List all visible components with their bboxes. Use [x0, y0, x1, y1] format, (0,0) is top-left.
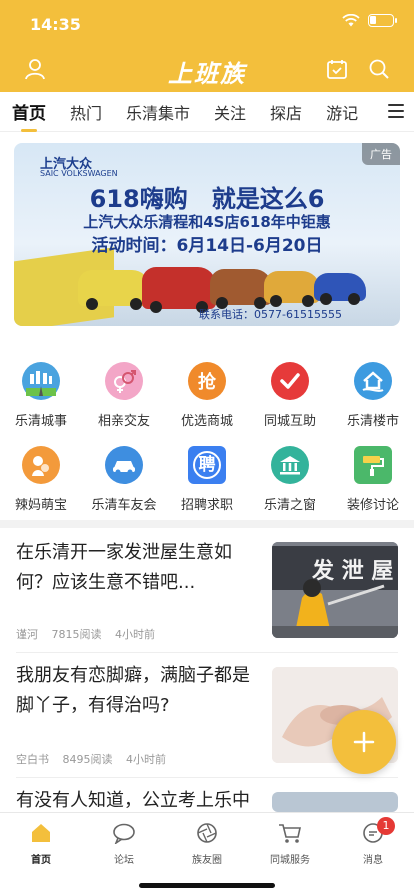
feed-item[interactable]: 有没有人知道，公立考上乐中 [0, 778, 414, 812]
shortcut-mall[interactable]: 抢 优选商城 [166, 362, 248, 429]
paint-roller-icon [354, 446, 392, 484]
nav-city-service[interactable]: 同城服务 [249, 821, 331, 866]
shortcut-mutual-help[interactable]: 同城互助 [249, 362, 331, 429]
feed-thumbnail [272, 792, 398, 812]
recruit-icon: 聘 [188, 446, 226, 484]
shortcut-label: 相亲交友 [97, 414, 150, 429]
app-bar: 上班族 [0, 48, 414, 92]
feed-title: 在乐清开一家发泄屋生意如何？应该生意不错吧... [16, 542, 232, 593]
shortcut-city-news[interactable]: 乐清城事 [0, 362, 82, 429]
shortcut-window[interactable]: 乐清之窗 [249, 446, 331, 513]
calendar-checkin-icon[interactable] [324, 56, 350, 82]
feed-author: 空白书 [16, 753, 49, 766]
city-road-icon [22, 362, 60, 400]
shortcut-property[interactable]: 乐清楼市 [332, 362, 414, 429]
nav-label: 族友圈 [192, 855, 222, 866]
section-divider [0, 520, 414, 528]
car-image [210, 269, 272, 309]
forum-chat-icon [83, 821, 165, 845]
category-tabs: 首页 热门 乐清集市 关注 探店 游记 [0, 92, 414, 132]
tab-travel-notes[interactable]: 游记 [326, 100, 358, 124]
grab-glyph: 抢 [198, 372, 216, 393]
banner-event-time: 活动时间：6月14日-6月20日 [91, 236, 323, 256]
house-market-icon [354, 362, 392, 400]
feed-time: 4小时前 [115, 628, 155, 641]
shortcut-dating[interactable]: 相亲交友 [83, 362, 165, 429]
car-image [142, 267, 216, 313]
tab-market[interactable]: 乐清集市 [126, 100, 190, 124]
nav-label: 消息 [363, 855, 383, 866]
feed-author: 谨河 [16, 628, 38, 641]
tab-home[interactable]: 首页 [12, 99, 46, 124]
check-help-icon [271, 362, 309, 400]
camera-aperture-icon [166, 821, 248, 845]
app-logo: 上班族 [168, 60, 246, 88]
banner-subline: 上汽大众乐清程和4S店618年中钜惠 [83, 213, 331, 231]
nav-circle[interactable]: 族友圈 [166, 821, 248, 866]
top-header: 14:35 上班族 [0, 0, 414, 92]
feed-title: 我朋友有恋脚癖，满脑子都是脚丫子，有得治吗? [16, 665, 250, 716]
shortcut-label: 优选商城 [180, 414, 233, 429]
tab-hot[interactable]: 热门 [70, 100, 102, 124]
grab-deal-icon: 抢 [188, 362, 226, 400]
mother-baby-icon [22, 446, 60, 484]
feed-title: 有没有人知道，公立考上乐中 [16, 790, 250, 811]
nav-messages[interactable]: 1 消息 [332, 817, 414, 866]
home-icon [0, 821, 82, 845]
nav-label: 同城服务 [270, 855, 310, 866]
shopping-cart-icon [249, 821, 331, 845]
add-post-button[interactable] [332, 710, 396, 774]
car-club-icon [105, 446, 143, 484]
feed-time: 4小时前 [126, 753, 166, 766]
thumb-text: 发 泄 屋 [311, 558, 393, 584]
message-icon [332, 821, 414, 845]
ad-banner[interactable]: 上汽大众 SAIC VOLKSWAGEN 广告 618嗨购 就是这么6 上汽大众… [14, 143, 400, 326]
banner-phone: 联系电话：0577-61515555 [199, 308, 342, 321]
shortcut-mom-baby[interactable]: 辣妈萌宝 [0, 446, 82, 513]
status-time: 14:35 [30, 15, 81, 34]
shortcut-renovation[interactable]: 装修讨论 [332, 446, 414, 513]
car-image [264, 271, 320, 307]
shortcut-recruit[interactable]: 聘 招聘求职 [166, 446, 248, 513]
nav-label: 首页 [31, 855, 51, 866]
home-indicator [139, 883, 275, 888]
wifi-icon [342, 14, 360, 27]
battery-icon [368, 14, 397, 27]
nav-home[interactable]: 首页 [0, 821, 82, 866]
shortcut-label: 乐清车友会 [91, 498, 157, 513]
gender-match-icon [105, 362, 143, 400]
feed-reads: 8495阅读 [62, 753, 113, 766]
tab-follow[interactable]: 关注 [214, 100, 246, 124]
feed-meta: 谨河 7815阅读 4小时前 [16, 626, 165, 642]
tab-explore-shops[interactable]: 探店 [270, 100, 302, 124]
nav-label: 论坛 [114, 855, 134, 866]
search-icon[interactable] [366, 56, 392, 82]
feed-thumbnail: 发 泄 屋 [272, 542, 398, 638]
status-icons [342, 14, 397, 27]
landmark-icon [271, 446, 309, 484]
banner-headline: 618嗨购 就是这么6 [89, 185, 325, 213]
shortcut-label: 辣妈萌宝 [14, 498, 67, 513]
feed-reads: 7815阅读 [51, 628, 102, 641]
car-image [78, 270, 150, 310]
banner-brand-en: SAIC VOLKSWAGEN [40, 169, 118, 178]
shortcut-label: 同城互助 [263, 414, 316, 429]
feed-item[interactable]: 在乐清开一家发泄屋生意如何？应该生意不错吧... 谨河 7815阅读 4小时前 … [0, 528, 414, 652]
plus-icon [353, 731, 375, 753]
car-image [314, 273, 366, 305]
ad-tag: 广告 [362, 143, 400, 165]
shortcut-label: 乐清楼市 [346, 414, 399, 429]
nav-forum[interactable]: 论坛 [83, 821, 165, 866]
shortcut-car-club[interactable]: 乐清车友会 [83, 446, 165, 513]
shortcut-label: 乐清城事 [14, 414, 67, 429]
shortcut-label: 乐清之窗 [263, 498, 316, 513]
recruit-glyph: 聘 [193, 451, 221, 479]
shortcut-label: 装修讨论 [346, 498, 399, 513]
tabs-menu-icon[interactable] [388, 104, 404, 122]
feed-meta: 空白书 8495阅读 4小时前 [16, 751, 176, 767]
message-badge: 1 [377, 817, 395, 835]
shortcut-label: 招聘求职 [180, 498, 233, 513]
